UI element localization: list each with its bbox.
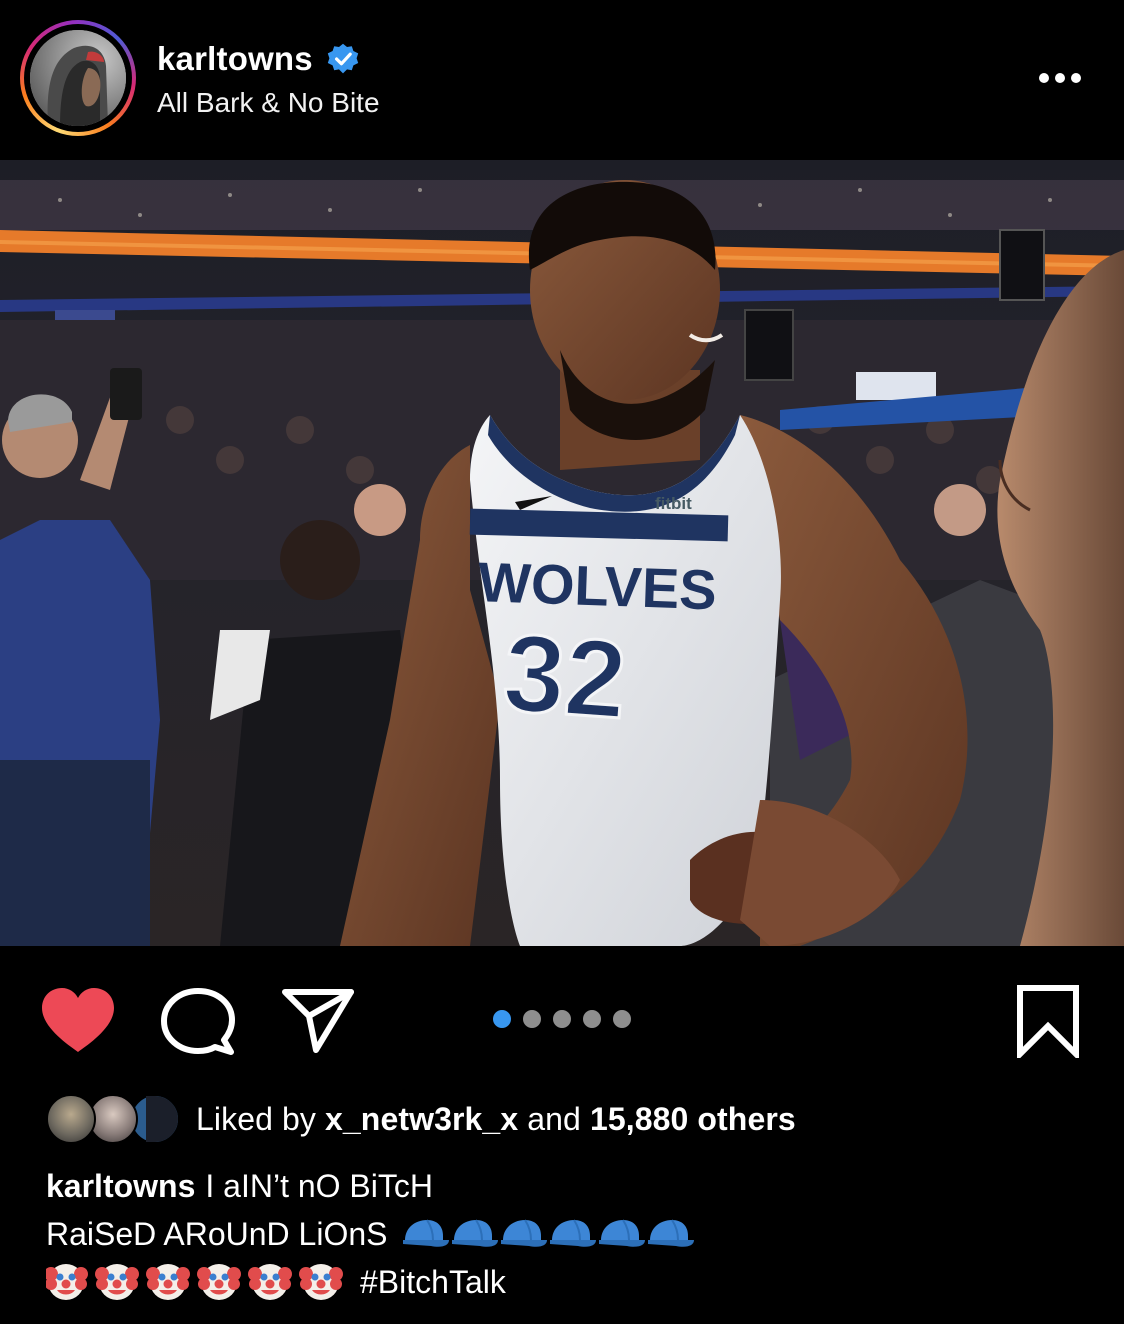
- like-button[interactable]: [40, 986, 116, 1056]
- paper-plane-icon: [282, 989, 354, 1053]
- caption-username[interactable]: karltowns: [46, 1162, 195, 1210]
- bookmark-icon: [1017, 985, 1079, 1062]
- carousel-indicator: [493, 1010, 643, 1028]
- caption-text-line1: I aIN’t nO BiTcH: [205, 1168, 433, 1204]
- comment-bubble-icon: [161, 988, 235, 1055]
- carousel-dot: [583, 1010, 601, 1028]
- save-button[interactable]: [1014, 984, 1082, 1062]
- profile-avatar-ring[interactable]: [20, 20, 136, 136]
- more-dots-icon: [1039, 73, 1081, 83]
- share-button[interactable]: [280, 986, 356, 1056]
- liker-avatars: [46, 1094, 180, 1144]
- caption-line-1: karltowns I aIN’t nO BiTcH: [46, 1162, 1106, 1210]
- caption-line-3: #BitchTalk: [46, 1258, 1106, 1306]
- verified-badge-icon: [327, 43, 359, 74]
- carousel-dot: [613, 1010, 631, 1028]
- username-row: karltowns: [157, 40, 359, 78]
- likes-and: and: [527, 1100, 581, 1137]
- caption-text-line2: RaiSeD ARoUnD LiOnS: [46, 1216, 388, 1252]
- avatar-image: [30, 30, 126, 126]
- comment-button[interactable]: [160, 988, 236, 1058]
- post-header: karltowns All Bark & No Bite: [0, 0, 1124, 158]
- post-caption: karltowns I aIN’t nO BiTcH RaiSeD ARoUnD…: [46, 1162, 1106, 1306]
- header-username[interactable]: karltowns: [157, 40, 313, 78]
- heart-filled-icon: [42, 988, 114, 1052]
- cap-emoji-row: [401, 1216, 696, 1252]
- jersey-number-text: 32: [500, 611, 631, 742]
- carousel-dot: [553, 1010, 571, 1028]
- clown-face-icons: [46, 1264, 343, 1300]
- profile-avatar[interactable]: [30, 30, 126, 126]
- liker-avatar: [46, 1094, 96, 1144]
- post-photo[interactable]: fitbit WOLVES 32: [0, 160, 1124, 946]
- header-subtitle: All Bark & No Bite: [157, 87, 380, 118]
- jersey-sponsor-text: fitbit: [655, 494, 692, 513]
- likes-summary[interactable]: Liked by x_netw3rk_x and 15,880 others: [46, 1094, 796, 1144]
- likes-text: Liked by x_netw3rk_x and 15,880 others: [196, 1101, 796, 1138]
- caption-hashtag-link[interactable]: #BitchTalk: [360, 1258, 506, 1306]
- carousel-dot-active: [493, 1010, 511, 1028]
- caption-line-2: RaiSeD ARoUnD LiOnS: [46, 1210, 1106, 1258]
- likes-others-link[interactable]: 15,880 others: [590, 1101, 796, 1137]
- carousel-dot: [523, 1010, 541, 1028]
- blue-cap-icons: [403, 1219, 696, 1248]
- likes-prefix: Liked by: [196, 1100, 316, 1137]
- photo-illustration: fitbit WOLVES 32: [0, 160, 1124, 946]
- post-actions-bar: [0, 946, 1124, 1086]
- first-liker-link[interactable]: x_netw3rk_x: [325, 1101, 518, 1137]
- more-options-button[interactable]: [1030, 60, 1090, 96]
